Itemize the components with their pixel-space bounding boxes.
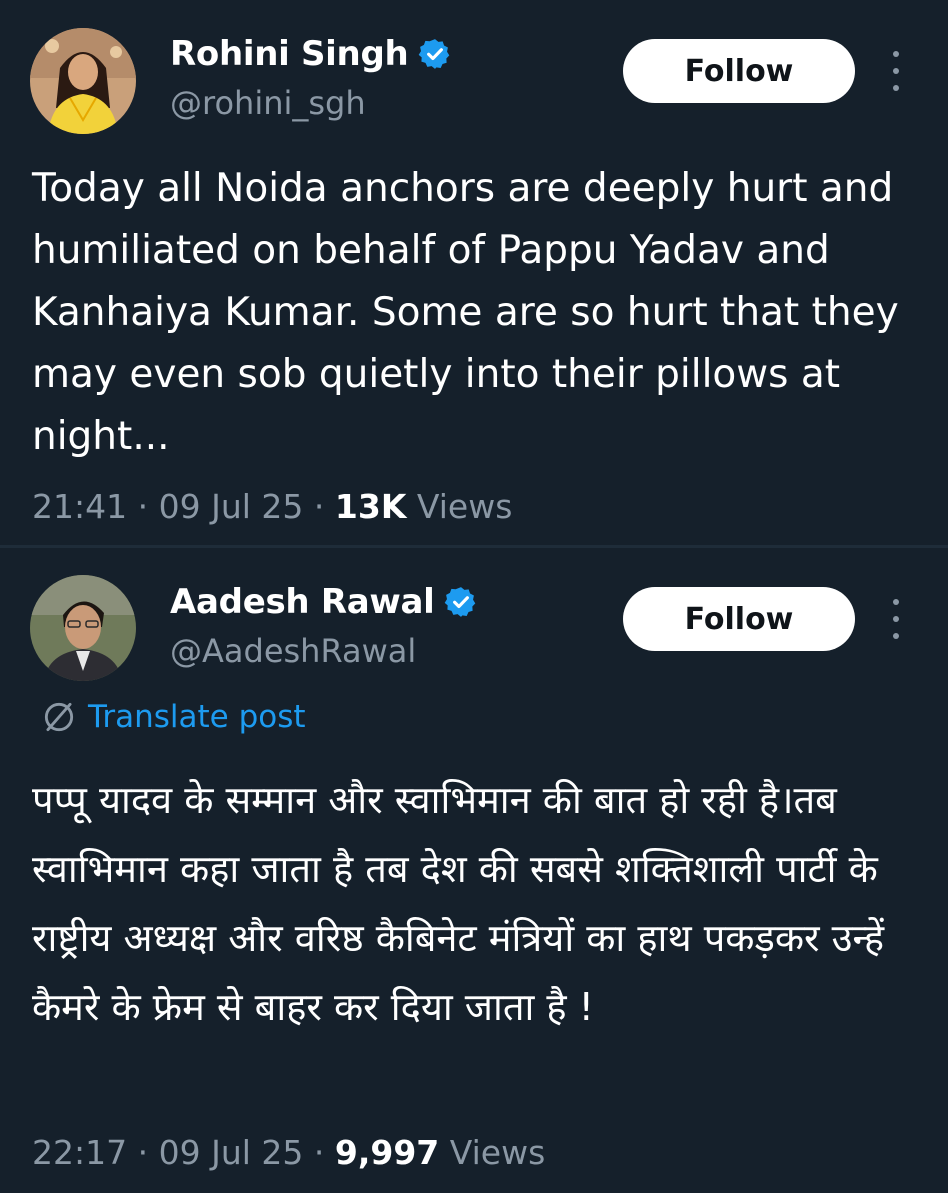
tweet-meta: 22:17 · 09 Jul 25 · 9,997 Views	[32, 1133, 545, 1172]
tweet-time[interactable]: 21:41	[32, 487, 127, 526]
tweet-date[interactable]: 09 Jul 25	[159, 1133, 304, 1172]
tweet-time[interactable]: 22:17	[32, 1133, 127, 1172]
avatar-photo-icon	[30, 575, 136, 681]
author-handle[interactable]: @AadeshRawal	[170, 632, 416, 670]
tweet-date[interactable]: 09 Jul 25	[159, 487, 304, 526]
tweet-text: पप्पू यादव के सम्मान और स्वाभिमान की बात…	[32, 778, 884, 1029]
avatar[interactable]	[30, 28, 136, 134]
views-count: 13K	[334, 487, 407, 526]
views-label: Views	[449, 1133, 546, 1172]
translate-post-link[interactable]: Translate post	[40, 698, 306, 736]
views-label: Views	[416, 487, 513, 526]
author-name[interactable]: Rohini Singh	[170, 34, 409, 74]
translate-label[interactable]: Translate post	[88, 699, 306, 735]
meta-separator: ·	[137, 487, 149, 526]
author-name-row: Aadesh Rawal	[170, 582, 478, 622]
author-name-row: Rohini Singh	[170, 34, 452, 74]
tweet-text: Today all Noida anchors are deeply hurt …	[32, 166, 899, 459]
tweet-card[interactable]: Rohini Singh @rohini_sgh Follow Today al…	[0, 0, 948, 545]
tweet-meta: 21:41 · 09 Jul 25 · 13K Views	[32, 487, 512, 526]
translate-globe-icon	[44, 702, 74, 732]
meta-separator: ·	[313, 487, 325, 526]
views-count: 9,997	[334, 1133, 440, 1172]
follow-button[interactable]: Follow	[623, 39, 855, 103]
avatar-photo-icon	[30, 28, 136, 134]
meta-separator: ·	[313, 1133, 325, 1172]
verified-badge-icon	[444, 585, 478, 619]
author-handle[interactable]: @rohini_sgh	[170, 84, 366, 122]
meta-separator: ·	[137, 1133, 149, 1172]
avatar[interactable]	[30, 575, 136, 681]
author-name[interactable]: Aadesh Rawal	[170, 582, 435, 622]
tweet-card[interactable]: Aadesh Rawal @AadeshRawal Follow Transla…	[0, 548, 948, 1193]
more-vertical-icon[interactable]	[886, 51, 906, 91]
verified-badge-icon	[418, 37, 452, 71]
follow-button[interactable]: Follow	[623, 587, 855, 651]
more-vertical-icon[interactable]	[886, 599, 906, 639]
